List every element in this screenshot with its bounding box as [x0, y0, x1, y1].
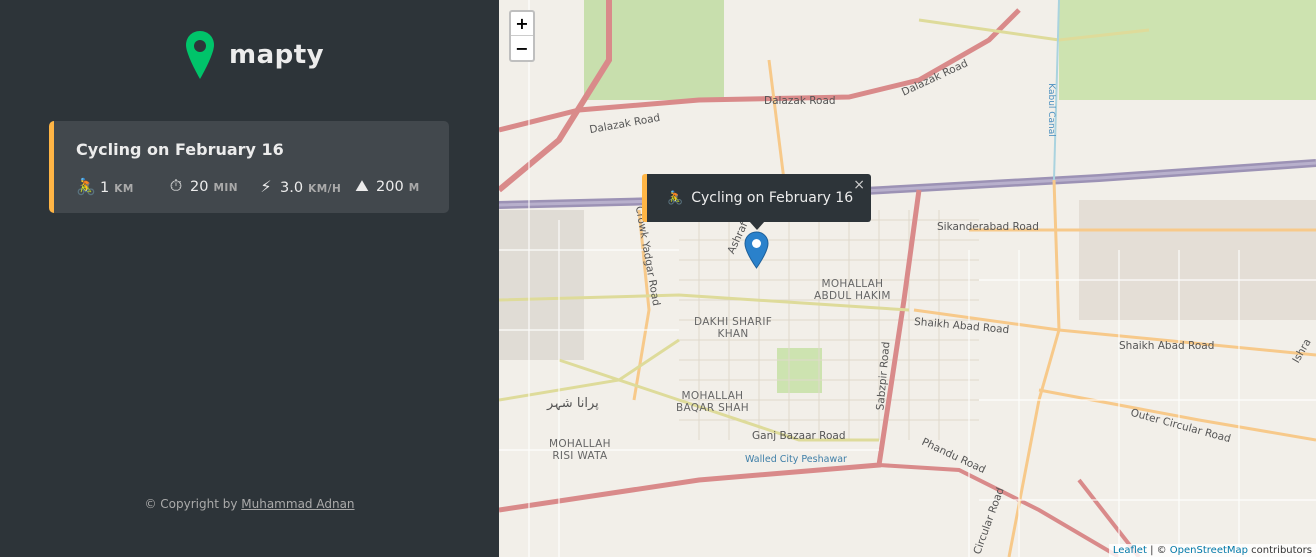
- map-label-kabul-canal: Kabul Canal: [1045, 83, 1056, 137]
- sidebar: mapty Cycling on February 16 🚴 1 KM ⏱ 20…: [0, 0, 499, 557]
- map-label-mohallah-baqar-shah: MOHALLAH BAQAR SHAH: [676, 390, 749, 414]
- map-label-ganj-bazaar-road: Ganj Bazaar Road: [752, 430, 846, 442]
- popup-text: Cycling on February 16: [691, 190, 854, 206]
- workout-distance: 🚴 1 KM: [76, 177, 166, 196]
- workout-title: Cycling on February 16: [76, 140, 284, 159]
- workout-popup[interactable]: 🚴 Cycling on February 16 ×: [642, 174, 871, 222]
- zoom-out-button[interactable]: −: [511, 36, 533, 60]
- map-label-walled-city: Walled City Peshawar: [745, 454, 847, 465]
- workout-speed: ⚡ 3.0 KM/H: [256, 177, 352, 196]
- copyright-prefix: © Copyright by: [144, 497, 238, 511]
- app-name: mapty: [229, 40, 325, 70]
- mountain-icon: ⛰: [355, 176, 369, 195]
- author-link[interactable]: Muhammad Adnan: [241, 497, 354, 511]
- osm-link[interactable]: OpenStreetMap: [1170, 545, 1248, 556]
- map-label-purana-shehr: پرانا شہر: [547, 396, 599, 411]
- map-pin-logo-icon: [186, 31, 214, 79]
- map-marker[interactable]: [744, 231, 769, 273]
- map-label-shaikh-abad-road-2: Shaikh Abad Road: [1119, 340, 1215, 352]
- popup-tip: [749, 221, 765, 230]
- speed-unit: KM/H: [308, 182, 342, 195]
- distance-unit: KM: [114, 182, 134, 195]
- lightning-icon: ⚡: [260, 176, 272, 196]
- map-marker-icon: [744, 231, 769, 269]
- distance-value: 1: [100, 179, 110, 196]
- map-label-sikanderabad-road: Sikanderabad Road: [937, 221, 1039, 233]
- attribution-suffix: contributors: [1248, 545, 1312, 556]
- workout-card[interactable]: Cycling on February 16 🚴 1 KM ⏱ 20 MIN ⚡…: [49, 121, 449, 213]
- elevation-value: 200: [376, 179, 404, 195]
- map-label-dakhi-sharif-khan: DAKHI SHARIF KHAN: [694, 316, 773, 340]
- bicycle-icon: 🚴: [76, 176, 96, 196]
- logo: mapty: [184, 29, 324, 81]
- workout-details: 🚴 1 KM ⏱ 20 MIN ⚡ 3.0 KM/H ⛰ 200 M: [76, 176, 432, 196]
- bicycle-icon: 🚴: [667, 190, 684, 206]
- duration-unit: MIN: [213, 182, 239, 194]
- map[interactable]: Dalazak Road Dalazak Road Dalazak Road K…: [499, 0, 1316, 557]
- workout-elevation: ⛰ 200 M: [352, 176, 432, 196]
- close-icon[interactable]: ×: [853, 177, 865, 193]
- leaflet-link[interactable]: Leaflet: [1113, 545, 1147, 556]
- speed-value: 3.0: [280, 179, 304, 196]
- map-label-mohallah-risi-wata: MOHALLAH RISI WATA: [549, 438, 611, 462]
- stopwatch-icon: ⏱: [169, 176, 183, 195]
- map-label-dalazak-road: Dalazak Road: [764, 95, 836, 107]
- zoom-control: + −: [509, 10, 535, 62]
- workout-duration: ⏱ 20 MIN: [166, 176, 256, 196]
- elevation-unit: M: [408, 182, 420, 194]
- map-label-mohallah-abdul-hakim: MOHALLAH ABDUL HAKIM: [814, 278, 891, 302]
- zoom-in-button[interactable]: +: [511, 12, 533, 36]
- copyright: © Copyright by Muhammad Adnan: [0, 497, 499, 511]
- duration-value: 20: [190, 179, 209, 195]
- map-attribution: Leaflet | © OpenStreetMap contributors: [1108, 544, 1316, 557]
- attribution-sep: | ©: [1146, 545, 1170, 556]
